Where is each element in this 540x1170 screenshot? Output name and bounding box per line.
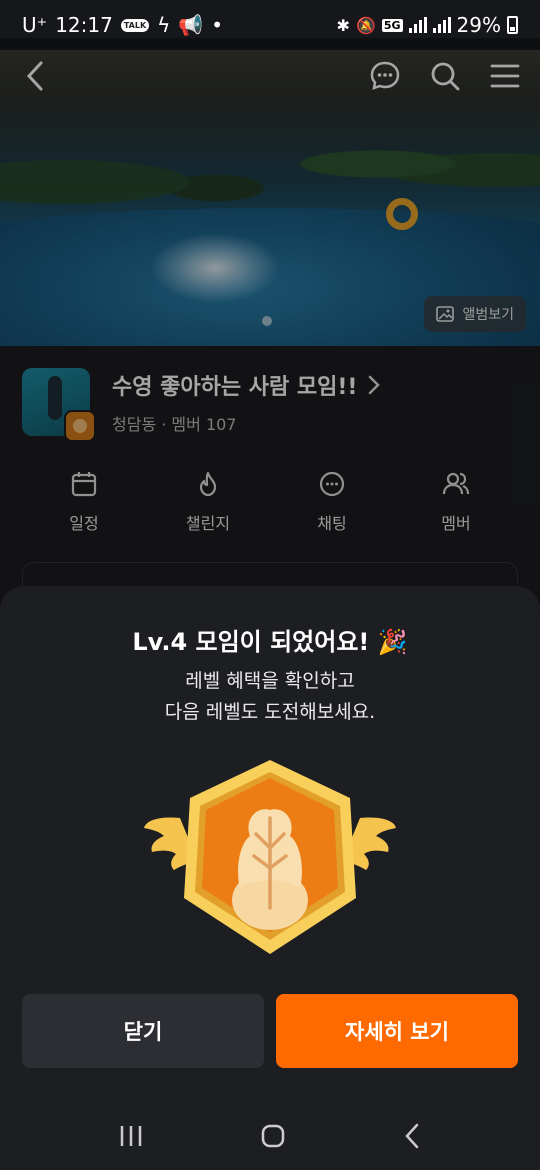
system-back-button[interactable] — [402, 1123, 422, 1153]
sheet-description: 레벨 혜택을 확인하고 다음 레벨도 도전해보세요. — [0, 666, 540, 728]
back-arrow-icon — [405, 1123, 419, 1149]
kakaotalk-icon: TALK — [120, 18, 150, 32]
bluetooth-icon: ✱ — [336, 15, 350, 35]
sheet-desc-line2: 다음 레벨도 도전해보세요. — [164, 701, 376, 723]
dot-icon: • — [211, 13, 224, 37]
carrier-label: U⁺ — [22, 13, 48, 37]
level-badge-icon — [144, 760, 396, 954]
battery-percent: 29% — [456, 13, 501, 37]
network-label: 5G — [381, 18, 403, 32]
sheet-title: Lv.4 모임이 되었어요! 🎉 — [132, 628, 408, 656]
signal-icon — [408, 17, 427, 33]
mute-icon: 🔕 — [355, 15, 376, 35]
home-button[interactable] — [260, 1123, 286, 1153]
sheet-desc-line1: 레벨 혜택을 확인하고 — [185, 670, 355, 692]
clock: 12:17 — [55, 13, 113, 37]
megaphone-icon: 📢 — [178, 13, 204, 37]
signal-icon-2 — [432, 17, 451, 33]
view-details-button[interactable]: 자세히 보기 — [276, 994, 518, 1068]
bolt-icon: ϟ — [157, 13, 171, 37]
battery-icon — [507, 16, 518, 34]
system-nav-bar — [0, 1106, 540, 1170]
level-up-sheet: Lv.4 모임이 되었어요! 🎉 레벨 혜택을 확인하고 다음 레벨도 도전해보… — [0, 586, 540, 1170]
close-button[interactable]: 닫기 — [22, 994, 264, 1068]
home-icon — [261, 1124, 285, 1148]
recent-apps-button[interactable] — [118, 1124, 144, 1152]
recent-apps-icon — [120, 1126, 142, 1146]
